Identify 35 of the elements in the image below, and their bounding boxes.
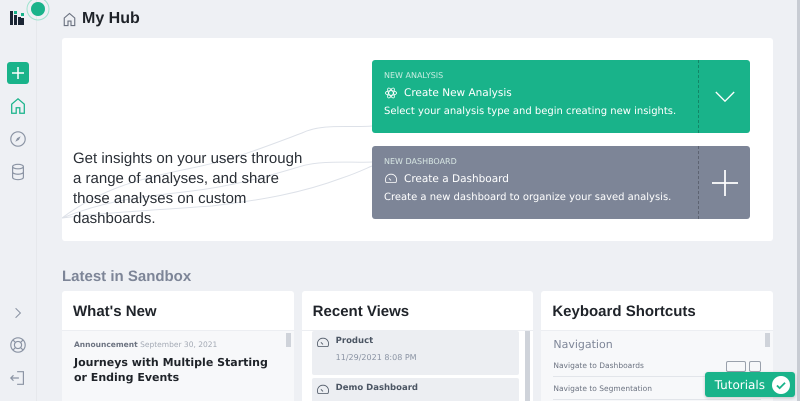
card-description: Create a new dashboard to organize your saved analysis.: [384, 192, 672, 203]
plus-icon[interactable]: [712, 170, 738, 196]
page-title: My Hub: [82, 10, 140, 28]
plus-icon: [11, 66, 25, 80]
compass-icon[interactable]: [9, 130, 27, 148]
recent-view-item[interactable]: Product 11/29/2021 8:08 PM: [312, 331, 520, 375]
add-button[interactable]: [7, 62, 29, 84]
database-icon[interactable]: [9, 163, 27, 181]
logo-icon[interactable]: [10, 11, 24, 25]
card-title: Create New Analysis: [404, 87, 512, 99]
news-headline[interactable]: Journeys with Multiple Starting or Ending Events: [74, 355, 282, 385]
dashboard-action-card[interactable]: NEW DASHBOARD Create a Dashboard Create a new dashboard to organize your saved analysis.: [372, 146, 750, 219]
chevron-down-icon[interactable]: [714, 90, 734, 102]
card-description: Select your analysis type and begin creating new insights.: [384, 106, 678, 117]
atom-icon: [384, 86, 398, 100]
gauge-icon: [316, 383, 330, 397]
section-title: Latest in Sandbox: [62, 268, 192, 285]
lifebuoy-icon[interactable]: [9, 336, 27, 354]
recent-view-item[interactable]: Demo Dashboard: [312, 378, 520, 401]
scrollbar[interactable]: [525, 331, 530, 401]
card-eyebrow: NEW DASHBOARD: [384, 157, 458, 166]
home-icon: [62, 12, 77, 26]
card-eyebrow: NEW ANALYSIS: [384, 71, 444, 80]
gauge-icon: [384, 172, 398, 186]
view-time: 11/29/2021 8:08 PM: [336, 353, 417, 362]
hero-description: Get insights on your users through a range of analyses, and share those analyses on custom dashboards.: [73, 149, 304, 229]
view-name: Product: [336, 336, 374, 346]
home-icon[interactable]: [9, 97, 27, 115]
card-title: Create a Dashboard: [404, 173, 509, 185]
gauge-icon: [316, 336, 330, 350]
scrollbar[interactable]: [286, 333, 291, 347]
scrollbar[interactable]: [765, 333, 770, 347]
logout-icon[interactable]: [9, 369, 27, 387]
shortcut-group-title: Navigation: [553, 338, 614, 351]
view-name: Demo Dashboard: [336, 383, 418, 393]
